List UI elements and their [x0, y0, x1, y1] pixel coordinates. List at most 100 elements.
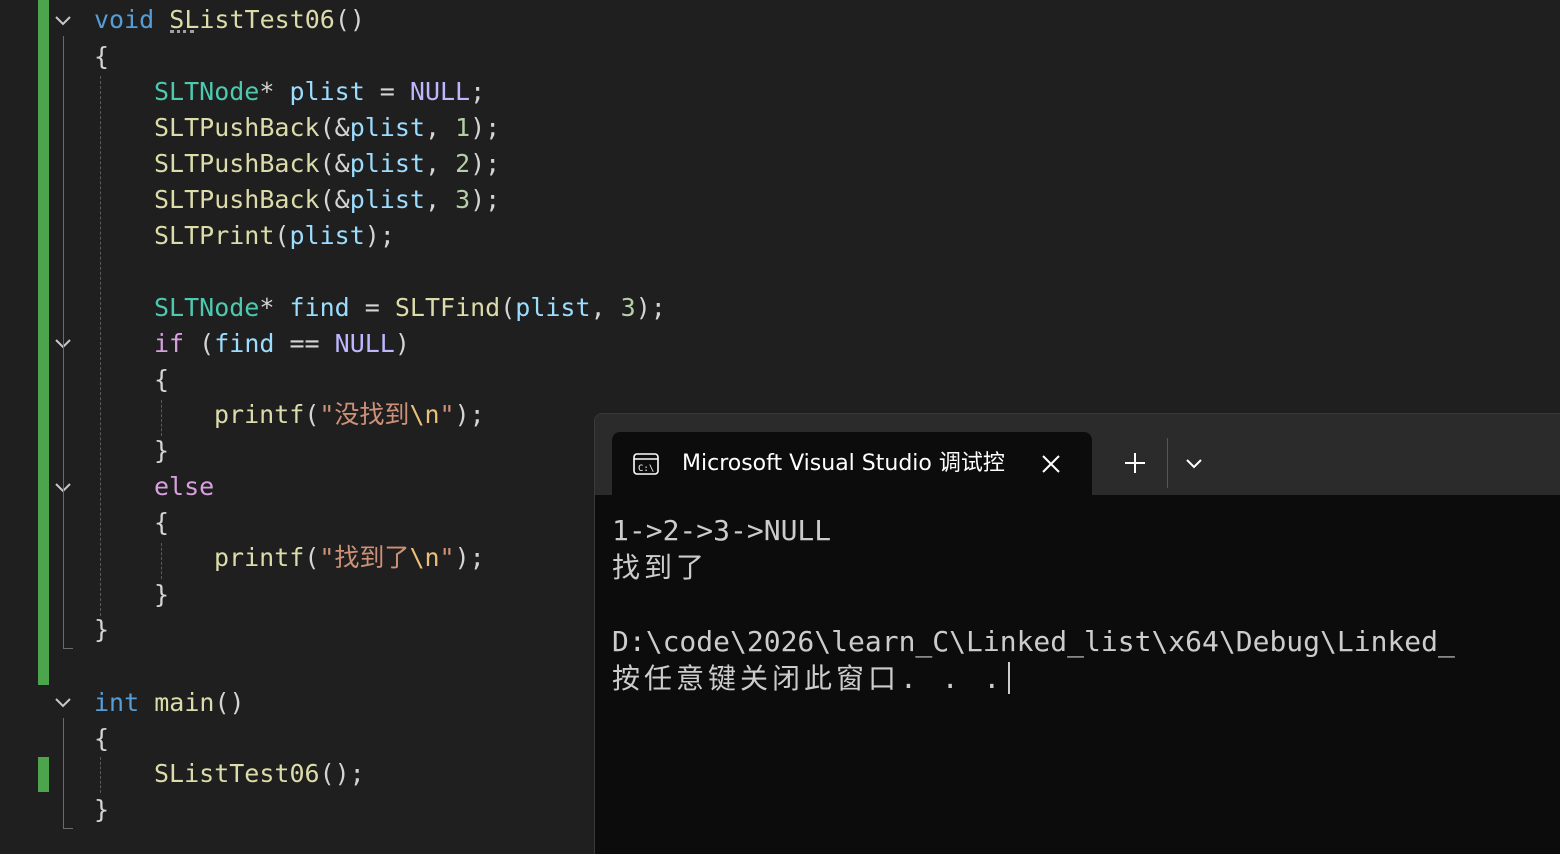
code-token: find — [289, 293, 350, 322]
code-token: SLTPushBack — [154, 113, 320, 142]
code-token: " — [439, 400, 455, 429]
code-token: } — [154, 580, 170, 609]
code-line: SLTNode* plist = NULL; — [154, 74, 485, 110]
titlebar-separator — [1167, 438, 1168, 488]
code-token: { — [94, 724, 110, 753]
indent-guide — [100, 76, 101, 616]
code-token: ); — [454, 543, 485, 572]
code-token: ); — [470, 149, 501, 178]
code-token: 1 — [455, 113, 471, 142]
code-token: plist — [349, 113, 425, 142]
code-line: SLTNode* find = SLTFind(plist, 3); — [154, 290, 666, 326]
code-token: , — [424, 185, 456, 214]
code-token: ( — [304, 400, 320, 429]
code-line: { — [94, 721, 109, 757]
code-line: SLTPushBack(&plist, 2); — [154, 146, 500, 182]
code-token: printf — [214, 543, 305, 572]
terminal-icon: C:\ — [632, 450, 660, 478]
code-token: plist — [515, 293, 591, 322]
code-token: } — [154, 436, 170, 465]
code-token: ); — [470, 185, 501, 214]
code-token: plist — [289, 221, 365, 250]
code-token: * — [259, 293, 275, 322]
code-line: } — [94, 612, 109, 648]
code-line: void SListTest06() — [94, 2, 365, 38]
code-token: (& — [319, 185, 350, 214]
code-token: ( — [304, 543, 320, 572]
terminal-titlebar[interactable]: C:\ Microsoft Visual Studio 调试控 — [595, 414, 1560, 496]
code-token: \n — [409, 543, 440, 572]
code-line: else — [154, 469, 214, 505]
code-token: } — [94, 795, 110, 824]
fold-guide — [63, 718, 64, 828]
change-indicator-bar — [38, 0, 49, 685]
code-token: } — [94, 615, 110, 644]
code-token: ( — [184, 329, 215, 358]
code-token: else — [154, 472, 215, 501]
indent-guide — [161, 543, 162, 579]
code-token: , — [590, 293, 621, 322]
debug-console-window[interactable]: C:\ Microsoft Visual Studio 调试控 1->2->3-… — [594, 413, 1560, 854]
code-token: printf — [214, 400, 305, 429]
code-line: printf("没找到\n"); — [214, 397, 485, 433]
code-token: void — [94, 5, 155, 34]
code-token: plist — [289, 77, 365, 106]
code-token: 2 — [455, 149, 471, 178]
code-line: } — [154, 433, 169, 469]
terminal-output[interactable]: 1->2->3->NULL 找到了 D:\code\2026\learn_C\L… — [612, 512, 1560, 697]
fold-guide — [63, 358, 64, 470]
code-token: ; — [470, 77, 486, 106]
terminal-tab-title: Microsoft Visual Studio 调试控 — [682, 451, 1005, 476]
code-line: } — [154, 577, 169, 613]
code-token: ); — [635, 293, 666, 322]
code-token: int — [94, 688, 140, 717]
code-token: { — [154, 365, 170, 394]
code-token: find — [214, 329, 275, 358]
code-token: if — [154, 329, 185, 358]
code-token: = — [364, 77, 410, 106]
code-token: SLTPushBack — [154, 185, 320, 214]
code-line: SLTPushBack(&plist, 1); — [154, 110, 500, 146]
fold-chevron-icon[interactable] — [52, 692, 74, 714]
code-token: (& — [319, 149, 350, 178]
code-token: SLTNode — [154, 77, 260, 106]
code-token: plist — [349, 149, 425, 178]
code-token: SListTest06 — [154, 759, 320, 788]
code-line: SListTest06(); — [154, 756, 365, 792]
code-token: = — [349, 293, 395, 322]
code-line: } — [94, 792, 109, 828]
plus-icon[interactable] — [1121, 449, 1149, 477]
close-icon[interactable] — [1037, 450, 1065, 478]
code-token: " — [439, 543, 455, 572]
code-token: ( — [274, 221, 290, 250]
code-token: SLTNode — [154, 293, 260, 322]
code-token: ) — [394, 329, 410, 358]
code-line: SLTPrint(plist); — [154, 218, 395, 254]
code-token: main — [154, 688, 215, 717]
code-token: { — [154, 508, 170, 537]
terminal-output-line: 按任意键关闭此窗口. . . — [612, 662, 1005, 695]
fold-guide-end — [63, 648, 73, 649]
code-token: "找到了 — [319, 543, 410, 572]
code-token: == — [274, 329, 335, 358]
code-token: * — [259, 77, 275, 106]
code-token: 3 — [455, 185, 471, 214]
code-token: "没找到 — [319, 400, 410, 429]
code-line: { — [154, 505, 169, 541]
chevron-down-icon[interactable] — [1181, 449, 1207, 477]
code-token: plist — [349, 185, 425, 214]
code-line: if (find == NULL) — [154, 326, 410, 362]
code-token: , — [424, 149, 456, 178]
change-indicator-bar — [38, 757, 49, 792]
code-token: NULL — [334, 329, 395, 358]
code-token: () — [334, 5, 365, 34]
fold-chevron-icon[interactable] — [52, 10, 74, 32]
code-line: SLTPushBack(&plist, 3); — [154, 182, 500, 218]
terminal-output-line: 1->2->3->NULL — [612, 514, 832, 547]
svg-text:C:\: C:\ — [638, 464, 654, 474]
code-token: ); — [364, 221, 395, 250]
terminal-tab[interactable]: C:\ Microsoft Visual Studio 调试控 — [612, 432, 1092, 496]
